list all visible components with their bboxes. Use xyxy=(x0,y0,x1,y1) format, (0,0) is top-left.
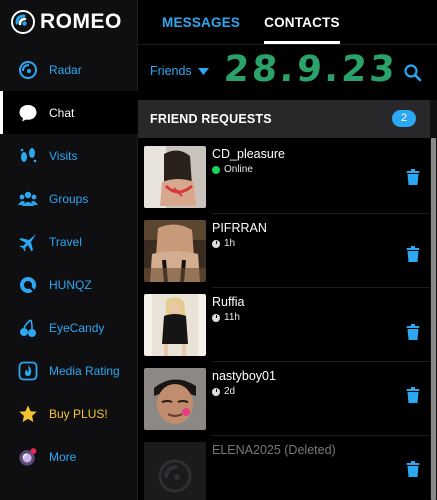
trash-icon[interactable] xyxy=(406,246,420,262)
trash-icon[interactable] xyxy=(406,169,420,185)
profile-photo[interactable] xyxy=(144,220,206,282)
last-seen: 1h xyxy=(212,238,400,249)
last-seen: 11h xyxy=(212,312,400,323)
hunqz-icon xyxy=(18,275,38,295)
filter-bar: Friends 28.9.23 xyxy=(138,44,437,100)
contact-name[interactable]: PIFRRAN xyxy=(212,221,400,235)
sidebar-item-more[interactable]: More xyxy=(0,435,138,478)
status-text: 2d xyxy=(224,386,236,397)
list-item[interactable]: Ruffia 11h xyxy=(138,288,430,362)
top-tabs: MESSAGES CONTACTS xyxy=(138,0,437,44)
sidebar-item-label: Media Rating xyxy=(49,363,120,378)
sidebar-item-label: Travel xyxy=(49,234,82,249)
status-text: 1h xyxy=(224,238,236,249)
status-text: Online xyxy=(224,164,253,175)
sidebar-item-buy-plus[interactable]: Buy PLUS! xyxy=(0,392,138,435)
tab-contacts[interactable]: CONTACTS xyxy=(252,0,352,44)
avatar-icon xyxy=(18,447,38,467)
sidebar-item-hunqz[interactable]: HUNQZ xyxy=(0,263,138,306)
clock-icon xyxy=(212,387,220,396)
sidebar-item-label: Visits xyxy=(49,148,78,163)
request-info: PIFRRAN 1h xyxy=(212,221,400,249)
profile-photo[interactable] xyxy=(144,146,206,208)
status-text: 11h xyxy=(224,312,240,323)
sidebar-nav: Radar Chat Visits Groups Travel HUNQZ Ey… xyxy=(0,48,138,478)
sidebar-item-eyecandy[interactable]: EyeCandy xyxy=(0,306,138,349)
trash-icon[interactable] xyxy=(406,324,420,340)
filter-label: Friends xyxy=(150,64,192,78)
chat-bubble-icon xyxy=(18,103,38,123)
clock-icon xyxy=(212,313,220,322)
contact-name[interactable]: nastyboy01 xyxy=(212,369,400,383)
brand-name: ROMEO xyxy=(40,10,122,33)
cherries-icon xyxy=(18,318,38,338)
online-dot-icon xyxy=(212,165,220,174)
request-info: ELENA2025 (Deleted) xyxy=(212,443,400,460)
sidebar-item-label: HUNQZ xyxy=(49,277,92,292)
radar-icon xyxy=(18,60,38,80)
friend-requests-header: FRIEND REQUESTS 2 xyxy=(138,100,430,138)
section-title: FRIEND REQUESTS xyxy=(150,112,272,126)
romeo-logo[interactable]: ROMEO xyxy=(10,8,122,36)
sidebar-item-label: Chat xyxy=(49,105,75,120)
handwritten-date-overlay: 28.9.23 xyxy=(222,49,400,90)
friend-requests-list: CD_pleasure Online PIFRRAN 1h Ruffia 11h… xyxy=(138,140,430,500)
scrollbar-thumb[interactable] xyxy=(431,138,436,500)
profile-photo[interactable] xyxy=(144,294,206,356)
contact-name[interactable]: CD_pleasure xyxy=(212,147,400,161)
online-status: Online xyxy=(212,164,400,175)
sidebar-item-radar[interactable]: Radar xyxy=(0,48,138,91)
sidebar-item-visits[interactable]: Visits xyxy=(0,134,138,177)
sidebar-item-label: More xyxy=(49,449,77,464)
request-info: CD_pleasure Online xyxy=(212,147,400,175)
friend-requests-count-badge: 2 xyxy=(392,110,416,127)
search-icon[interactable] xyxy=(403,63,423,83)
profile-photo[interactable] xyxy=(144,368,206,430)
sidebar-item-media-rating[interactable]: Media Rating xyxy=(0,349,138,392)
clock-icon xyxy=(212,239,220,248)
list-item[interactable]: PIFRRAN 1h xyxy=(138,214,430,288)
trash-icon[interactable] xyxy=(406,461,420,477)
flame-icon xyxy=(18,361,38,381)
romeo-logo-icon xyxy=(11,10,35,34)
sidebar-item-travel[interactable]: Travel xyxy=(0,220,138,263)
request-info: Ruffia 11h xyxy=(212,295,400,323)
request-info: nastyboy01 2d xyxy=(212,369,400,397)
list-item[interactable]: CD_pleasure Online xyxy=(138,140,430,214)
plane-icon xyxy=(18,232,38,252)
deleted-profile-placeholder xyxy=(144,442,206,500)
sidebar: ROMEO Radar Chat Visits Groups Travel HU… xyxy=(0,0,138,500)
sidebar-item-groups[interactable]: Groups xyxy=(0,177,138,220)
sidebar-item-label: EyeCandy xyxy=(49,320,105,335)
sidebar-item-chat[interactable]: Chat xyxy=(0,91,138,134)
contact-name: ELENA2025 (Deleted) xyxy=(212,443,336,457)
sidebar-item-label: Groups xyxy=(49,191,89,206)
tab-messages[interactable]: MESSAGES xyxy=(150,0,252,44)
caret-down-icon xyxy=(197,67,209,75)
list-item[interactable]: nastyboy01 2d xyxy=(138,362,430,436)
star-icon xyxy=(18,404,38,424)
sidebar-item-label: Buy PLUS! xyxy=(49,406,108,421)
trash-icon[interactable] xyxy=(406,387,420,403)
sidebar-item-label: Radar xyxy=(49,62,82,77)
footprints-icon xyxy=(18,146,38,166)
contact-name[interactable]: Ruffia xyxy=(212,295,400,309)
groups-icon xyxy=(18,189,38,209)
contacts-filter-dropdown[interactable]: Friends xyxy=(150,64,209,78)
last-seen: 2d xyxy=(212,386,400,397)
list-item[interactable]: ELENA2025 (Deleted) xyxy=(138,436,430,500)
